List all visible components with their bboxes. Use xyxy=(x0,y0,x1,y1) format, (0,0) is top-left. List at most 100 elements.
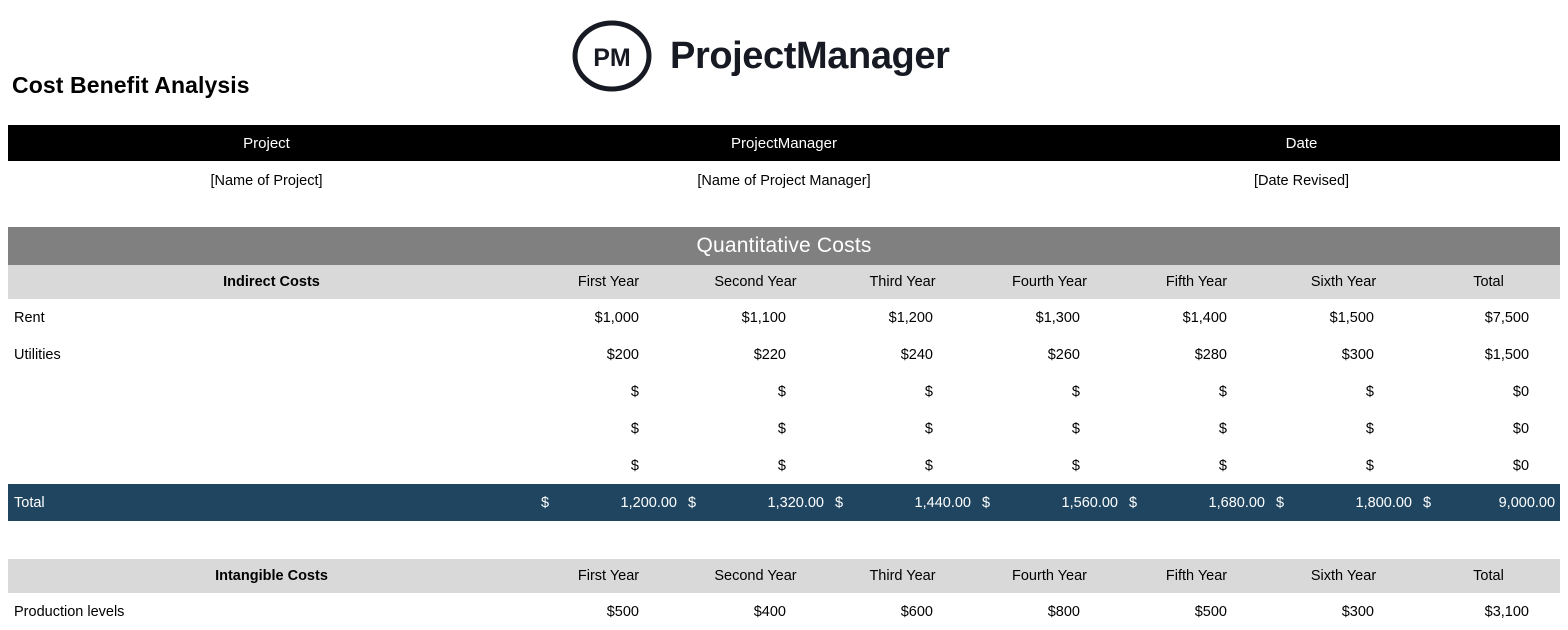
meta-header-projectmanager: ProjectManager xyxy=(525,125,1043,161)
meta-value-project[interactable]: [Name of Project] xyxy=(8,161,525,201)
column-header-third-year: Third Year xyxy=(829,559,976,593)
intangible-header-row: Intangible Costs First Year Second Year … xyxy=(8,559,1560,593)
row-label[interactable] xyxy=(8,410,535,447)
document-header: Cost Benefit Analysis PM ProjectManager xyxy=(0,0,1568,125)
cell-first-year[interactable]: $500 xyxy=(535,593,682,630)
cell-second-year[interactable]: $400 xyxy=(682,593,829,630)
cell-sixth-year[interactable]: $ xyxy=(1270,410,1417,447)
table-row: Production levels $500 $400 $600 $800 $5… xyxy=(8,593,1560,630)
cell-second-year[interactable]: $1,100 xyxy=(682,299,829,336)
cell-first-year[interactable]: $200 xyxy=(535,336,682,373)
meta-value-row: [Name of Project] [Name of Project Manag… xyxy=(8,161,1560,201)
row-label[interactable]: Production levels xyxy=(8,593,535,630)
cell-second-year[interactable]: $ xyxy=(682,410,829,447)
cell-row-total: $0 xyxy=(1417,447,1560,484)
row-label[interactable]: Utilities xyxy=(8,336,535,373)
brand-name: ProjectManager xyxy=(670,37,950,75)
currency-symbol: $ xyxy=(541,495,549,511)
column-header-total: Total xyxy=(1417,265,1560,299)
total-amount: 1,440.00 xyxy=(843,495,971,511)
cell-row-total: $0 xyxy=(1417,410,1560,447)
column-header-first-year: First Year xyxy=(535,265,682,299)
meta-value-projectmanager[interactable]: [Name of Project Manager] xyxy=(525,161,1043,201)
total-amount: 1,320.00 xyxy=(696,495,824,511)
total-row-label: Total xyxy=(8,484,535,521)
cell-third-year[interactable]: $600 xyxy=(829,593,976,630)
total-grand: $ 9,000.00 xyxy=(1417,484,1560,521)
currency-symbol: $ xyxy=(1423,495,1431,511)
total-amount: 1,800.00 xyxy=(1284,495,1412,511)
cell-third-year[interactable]: $ xyxy=(829,447,976,484)
total-amount: 1,680.00 xyxy=(1137,495,1265,511)
cell-third-year[interactable]: $ xyxy=(829,373,976,410)
cell-row-total: $0 xyxy=(1417,373,1560,410)
cell-sixth-year[interactable]: $300 xyxy=(1270,593,1417,630)
quantitative-section-title: Quantitative Costs xyxy=(8,227,1560,265)
cell-fourth-year[interactable]: $ xyxy=(976,410,1123,447)
column-header-third-year: Third Year xyxy=(829,265,976,299)
total-amount: 9,000.00 xyxy=(1431,495,1555,511)
total-sixth-year: $ 1,800.00 xyxy=(1270,484,1417,521)
table-row: $ $ $ $ $ $ $0 xyxy=(8,373,1560,410)
quantitative-costs-table: Quantitative Costs Indirect Costs First … xyxy=(8,227,1560,521)
cell-first-year[interactable]: $ xyxy=(535,373,682,410)
meta-header-project: Project xyxy=(8,125,525,161)
column-header-second-year: Second Year xyxy=(682,559,829,593)
row-label[interactable] xyxy=(8,447,535,484)
spacer-above-quantitative xyxy=(0,201,1568,227)
column-header-fifth-year: Fifth Year xyxy=(1123,559,1270,593)
svg-text:PM: PM xyxy=(593,44,631,72)
cell-fifth-year[interactable]: $1,400 xyxy=(1123,299,1270,336)
column-header-fourth-year: Fourth Year xyxy=(976,265,1123,299)
cell-fourth-year[interactable]: $800 xyxy=(976,593,1123,630)
currency-symbol: $ xyxy=(688,495,696,511)
cell-first-year[interactable]: $ xyxy=(535,410,682,447)
cell-sixth-year[interactable]: $ xyxy=(1270,447,1417,484)
cell-row-total: $1,500 xyxy=(1417,336,1560,373)
currency-symbol: $ xyxy=(1276,495,1284,511)
cell-first-year[interactable]: $1,000 xyxy=(535,299,682,336)
cell-fourth-year[interactable]: $1,300 xyxy=(976,299,1123,336)
meta-header-date: Date xyxy=(1043,125,1560,161)
column-header-sixth-year: Sixth Year xyxy=(1270,559,1417,593)
intangible-costs-table: Intangible Costs First Year Second Year … xyxy=(8,559,1560,630)
project-meta-table: Project ProjectManager Date [Name of Pro… xyxy=(8,125,1560,201)
column-header-intangible-costs: Intangible Costs xyxy=(8,559,535,593)
currency-symbol: $ xyxy=(982,495,990,511)
cell-fifth-year[interactable]: $500 xyxy=(1123,593,1270,630)
spacer-above-intangible xyxy=(0,521,1568,559)
page-title: Cost Benefit Analysis xyxy=(12,72,250,99)
cell-fifth-year[interactable]: $280 xyxy=(1123,336,1270,373)
total-fourth-year: $ 1,560.00 xyxy=(976,484,1123,521)
cell-row-total: $7,500 xyxy=(1417,299,1560,336)
cell-second-year[interactable]: $ xyxy=(682,447,829,484)
cell-fourth-year[interactable]: $260 xyxy=(976,336,1123,373)
meta-value-date[interactable]: [Date Revised] xyxy=(1043,161,1560,201)
cell-fifth-year[interactable]: $ xyxy=(1123,447,1270,484)
cell-fourth-year[interactable]: $ xyxy=(976,447,1123,484)
meta-header-row: Project ProjectManager Date xyxy=(8,125,1560,161)
table-row: $ $ $ $ $ $ $0 xyxy=(8,410,1560,447)
total-second-year: $ 1,320.00 xyxy=(682,484,829,521)
cell-sixth-year[interactable]: $ xyxy=(1270,373,1417,410)
total-third-year: $ 1,440.00 xyxy=(829,484,976,521)
cell-first-year[interactable]: $ xyxy=(535,447,682,484)
column-header-first-year: First Year xyxy=(535,559,682,593)
cell-fifth-year[interactable]: $ xyxy=(1123,410,1270,447)
cell-second-year[interactable]: $ xyxy=(682,373,829,410)
cell-third-year[interactable]: $ xyxy=(829,410,976,447)
row-label[interactable] xyxy=(8,373,535,410)
column-header-fifth-year: Fifth Year xyxy=(1123,265,1270,299)
column-header-sixth-year: Sixth Year xyxy=(1270,265,1417,299)
cell-sixth-year[interactable]: $1,500 xyxy=(1270,299,1417,336)
currency-symbol: $ xyxy=(835,495,843,511)
cell-second-year[interactable]: $220 xyxy=(682,336,829,373)
cell-fifth-year[interactable]: $ xyxy=(1123,373,1270,410)
cell-sixth-year[interactable]: $300 xyxy=(1270,336,1417,373)
table-row: Utilities $200 $220 $240 $260 $280 $300 … xyxy=(8,336,1560,373)
cell-third-year[interactable]: $1,200 xyxy=(829,299,976,336)
cell-fourth-year[interactable]: $ xyxy=(976,373,1123,410)
cell-third-year[interactable]: $240 xyxy=(829,336,976,373)
total-amount: 1,560.00 xyxy=(990,495,1118,511)
row-label[interactable]: Rent xyxy=(8,299,535,336)
